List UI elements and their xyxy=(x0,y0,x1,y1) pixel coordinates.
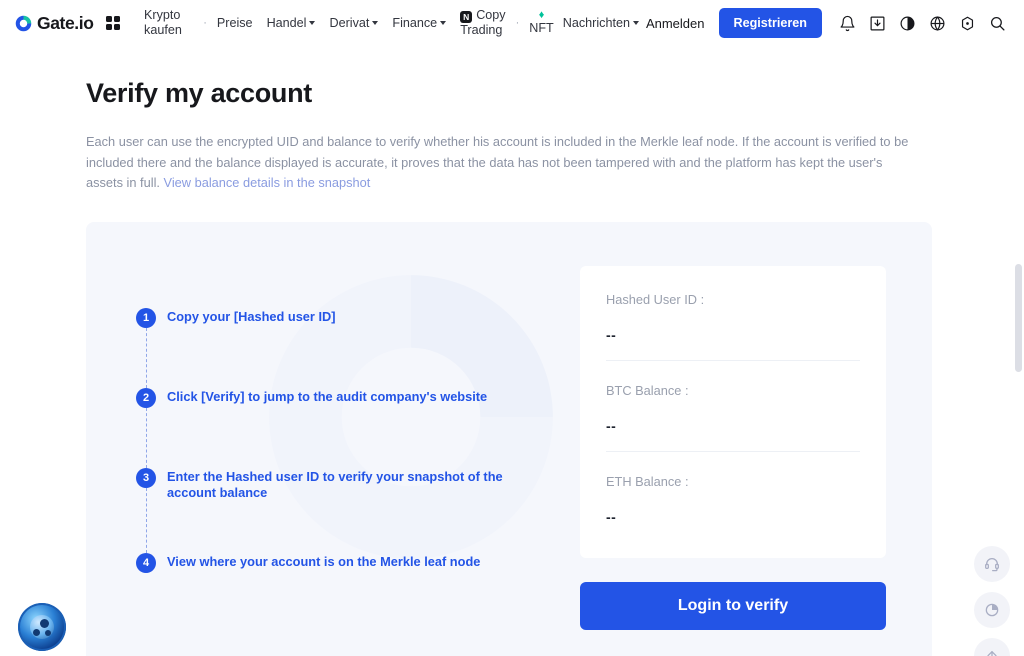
avatar-patch xyxy=(45,630,51,636)
step-connector-line xyxy=(145,407,147,468)
theme-contrast-icon[interactable] xyxy=(974,592,1010,628)
language-globe-icon[interactable] xyxy=(922,8,952,38)
chevron-down-icon xyxy=(309,20,316,25)
flame-icon: ♦ xyxy=(538,9,545,22)
bell-icon[interactable] xyxy=(832,8,862,38)
verify-card: 1 Copy your [Hashed user ID] 2 Click [Ve… xyxy=(86,221,932,656)
messages-label: Nachrichten xyxy=(562,16,630,30)
nav-label-preise: Preise xyxy=(216,15,253,30)
steps-list: 1 Copy your [Hashed user ID] 2 Click [Ve… xyxy=(136,307,586,573)
step-connector-line xyxy=(145,487,147,553)
settings-hexagon-icon[interactable] xyxy=(952,8,982,38)
gate-logo-icon xyxy=(14,14,33,33)
nav-label-handel: Handel xyxy=(266,15,307,30)
step-item-2: 2 Click [Verify] to jump to the audit co… xyxy=(136,387,586,468)
nav-separator-dot-2: · xyxy=(515,16,520,29)
register-button[interactable]: Registrieren xyxy=(718,8,822,38)
info-value-eth-balance: -- xyxy=(606,508,617,525)
messages-menu[interactable]: Nachrichten xyxy=(561,16,641,30)
nav-item-finance[interactable]: Finance xyxy=(385,16,453,31)
avatar-patch xyxy=(40,619,49,628)
nav-item-derivat[interactable]: Derivat xyxy=(322,16,385,31)
snapshot-balance-link[interactable]: View balance details in the snapshot xyxy=(164,175,371,190)
info-value-btc-balance: -- xyxy=(606,417,617,434)
scroll-to-top-icon[interactable] xyxy=(974,638,1010,656)
step-connector-line xyxy=(145,327,147,388)
signin-link[interactable]: Anmelden xyxy=(646,16,705,31)
nav-label-derivat: Derivat xyxy=(329,15,370,30)
search-icon[interactable] xyxy=(982,8,1012,38)
download-icon[interactable] xyxy=(862,8,892,38)
dark-mode-icon[interactable] xyxy=(892,8,922,38)
login-to-verify-button[interactable]: Login to verify xyxy=(580,581,886,630)
account-info-panel: Hashed User ID : -- BTC Balance : -- ETH… xyxy=(580,265,886,558)
support-headset-icon[interactable] xyxy=(974,546,1010,582)
step-number-badge: 4 xyxy=(136,552,156,573)
site-header: Gate.io Krypto kaufen · Preise Handel De… xyxy=(0,0,1024,46)
gate-logo-text: Gate.io xyxy=(37,12,94,33)
info-row-hashed-user-id: Hashed User ID : -- xyxy=(606,292,860,360)
step-item-3: 3 Enter the Hashed user ID to verify you… xyxy=(136,467,586,553)
primary-nav: Krypto kaufen · Preise Handel Derivat Fi… xyxy=(137,8,561,38)
nav-item-copy-trading[interactable]: N Copy Trading xyxy=(453,8,512,38)
step-label-3: Enter the Hashed user ID to verify your … xyxy=(167,468,503,501)
header-right-actions: Nachrichten Anmelden Registrieren xyxy=(561,8,1012,38)
chat-avatar[interactable] xyxy=(18,603,66,651)
step-label-1: Copy your [Hashed user ID] xyxy=(167,308,336,324)
nav-item-krypto-kaufen[interactable]: Krypto kaufen xyxy=(137,8,200,38)
step-number-badge: 3 xyxy=(136,467,156,488)
nav-item-nft[interactable]: ♦ NFT xyxy=(522,10,560,36)
nav-label-line1: Krypto kaufen xyxy=(144,8,182,37)
step-number-badge: 2 xyxy=(136,387,156,408)
nav-separator-dot-1: · xyxy=(203,16,207,29)
info-row-btc-balance: BTC Balance : -- xyxy=(606,359,860,451)
step-label-4: View where your account is on the Merkle… xyxy=(167,553,481,569)
info-row-eth-balance: ETH Balance : -- xyxy=(606,450,860,542)
step-label-2: Click [Verify] to jump to the audit comp… xyxy=(167,388,488,404)
chevron-down-icon xyxy=(372,20,379,25)
info-label-hashed-user-id: Hashed User ID : xyxy=(606,291,705,307)
nav-label-finance: Finance xyxy=(392,15,438,30)
page-description: Each user can use the encrypted UID and … xyxy=(86,132,914,194)
page-title: Verify my account xyxy=(86,78,312,108)
header-icon-group xyxy=(832,8,1012,38)
chevron-down-icon xyxy=(440,20,447,25)
nav-label-nft: NFT xyxy=(529,21,554,36)
page-body: Verify my account Each user can use the … xyxy=(0,78,1024,656)
chevron-down-icon xyxy=(632,21,639,25)
page-scrollbar-thumb[interactable] xyxy=(1015,264,1022,372)
step-item-1: 1 Copy your [Hashed user ID] xyxy=(136,307,586,388)
info-label-btc-balance: BTC Balance : xyxy=(606,382,689,398)
info-value-hashed-user-id: -- xyxy=(606,326,617,343)
page-scrollbar-track[interactable] xyxy=(1013,124,1022,656)
step-item-4: 4 View where your account is on the Merk… xyxy=(136,552,586,573)
copy-trading-badge-icon: N xyxy=(460,11,473,24)
nav-item-preise[interactable]: Preise xyxy=(210,16,260,31)
apps-grid-icon[interactable] xyxy=(105,15,121,31)
floating-action-buttons xyxy=(974,546,1010,656)
gate-logo[interactable]: Gate.io xyxy=(14,13,94,34)
nav-item-handel[interactable]: Handel xyxy=(260,16,323,31)
avatar-patch xyxy=(33,629,40,636)
step-number-badge: 1 xyxy=(136,307,156,328)
info-label-eth-balance: ETH Balance : xyxy=(606,473,689,489)
